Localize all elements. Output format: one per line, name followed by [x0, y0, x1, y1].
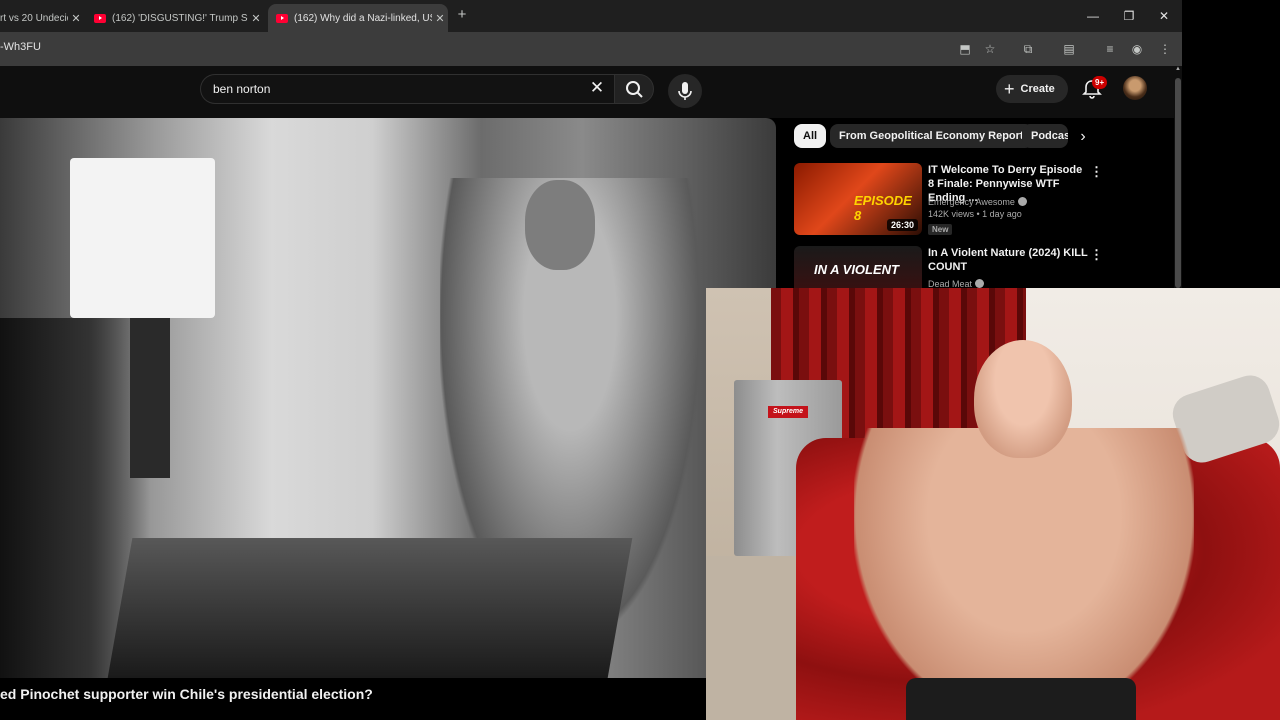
new-badge: New	[928, 224, 953, 235]
minimize-icon[interactable]: —	[1084, 7, 1102, 25]
bookmark-star-icon[interactable]: ☆	[981, 40, 999, 58]
youtube-header: ✕ + Create 9+	[0, 66, 1182, 118]
channel-label: Emergency Awesome	[928, 197, 1015, 207]
extensions-icon[interactable]: ⧉	[1019, 40, 1037, 58]
video-frame-lamp-base	[130, 318, 170, 478]
webcam-sticker: Supreme	[768, 406, 808, 418]
microphone-icon	[678, 82, 692, 100]
recommendation-item[interactable]: EPISODE 8 26:30 IT Welcome To Derry Epis…	[794, 163, 1104, 239]
search-button[interactable]	[614, 74, 654, 104]
close-icon[interactable]: ✕	[432, 12, 448, 25]
browser-tab[interactable]: rt vs 20 Undecided ✕	[0, 4, 84, 32]
install-app-icon[interactable]: ⬒	[956, 40, 974, 58]
chevron-right-icon[interactable]: ›	[1074, 128, 1092, 146]
voice-search-button[interactable]	[668, 74, 702, 108]
create-label: Create	[1020, 83, 1055, 95]
scrollbar-thumb[interactable]	[1175, 78, 1181, 288]
clear-search-icon[interactable]: ✕	[587, 78, 607, 98]
media-controls-icon[interactable]: ≡	[1101, 40, 1119, 58]
webcam-person-head	[974, 340, 1072, 458]
close-icon[interactable]: ✕	[68, 12, 84, 25]
video-thumbnail[interactable]: EPISODE 8 26:30	[794, 163, 922, 235]
scroll-up-icon[interactable]: ▲	[1174, 66, 1182, 72]
video-meta: 142K views • 1 day ago	[928, 209, 1022, 219]
video-thumbnail[interactable]: IN A VIOLENT	[794, 246, 922, 288]
search-icon	[626, 81, 643, 98]
notification-badge: 9+	[1092, 76, 1108, 89]
plus-icon: +	[1004, 79, 1015, 99]
chip-from-channel[interactable]: From Geopolitical Economy Report	[830, 124, 1033, 148]
browser-tab-active[interactable]: (162) Why did a Nazi-linked, US-backed P…	[268, 4, 448, 32]
recommendation-title[interactable]: In A Violent Nature (2024) KILL COUNT	[928, 246, 1088, 274]
duration-badge: 26:30	[886, 219, 918, 231]
webcam-person-shorts	[906, 678, 1136, 720]
address-bar[interactable]: -Wh3FU	[0, 41, 41, 53]
more-options-icon[interactable]: ⋮	[1090, 165, 1103, 178]
video-title: ed Pinochet supporter win Chile's presid…	[0, 686, 373, 702]
chip-podcasts[interactable]: Podcasts	[1022, 124, 1068, 148]
video-frame-head	[525, 180, 595, 270]
tab-title: rt vs 20 Undecided	[0, 12, 68, 24]
restore-icon[interactable]: ❐	[1120, 7, 1138, 25]
search-input[interactable]	[213, 80, 573, 98]
webcam-person	[854, 428, 1194, 720]
avatar[interactable]	[1123, 76, 1147, 100]
youtube-icon	[276, 13, 288, 23]
page-scrollbar[interactable]: ▲	[1174, 66, 1182, 288]
tab-title: (162) 'DISGUSTING!' Trump Scolds	[112, 12, 248, 24]
recommendation-item[interactable]: IN A VIOLENT In A Violent Nature (2024) …	[794, 246, 1104, 288]
thumbnail-text: IN A VIOLENT	[814, 262, 899, 277]
verified-icon	[975, 279, 985, 288]
video-frame-lamp	[70, 158, 215, 318]
window-close-icon[interactable]: ✕	[1155, 7, 1173, 25]
new-tab-icon[interactable]: +	[454, 7, 470, 23]
chip-all[interactable]: All	[794, 124, 827, 148]
webcam-overlay: Supreme	[706, 288, 1280, 720]
close-icon[interactable]: ✕	[248, 12, 264, 25]
create-button[interactable]: + Create	[996, 75, 1068, 103]
video-frame-table	[107, 538, 633, 678]
channel-label: Dead Meat	[928, 279, 973, 288]
tab-title: (162) Why did a Nazi-linked, US-backed P…	[294, 12, 432, 24]
search-box[interactable]	[200, 74, 614, 104]
youtube-icon	[94, 13, 106, 23]
menu-kebab-icon[interactable]: ⋮	[1156, 40, 1174, 58]
channel-name[interactable]: Dead Meat	[928, 279, 985, 288]
more-options-icon[interactable]: ⋮	[1090, 248, 1103, 261]
channel-name[interactable]: Emergency Awesome	[928, 197, 1027, 207]
verified-icon	[1017, 197, 1027, 206]
browser-tabstrip: rt vs 20 Undecided ✕ (162) 'DISGUSTING!'…	[0, 0, 1182, 32]
browser-toolbar: -Wh3FU ⬒ ☆ ⧉ ▤ ≡ ◉ ⋮	[0, 32, 1182, 66]
side-panel-icon[interactable]: ▤	[1060, 40, 1078, 58]
profile-icon[interactable]: ◉	[1128, 40, 1146, 58]
browser-tab[interactable]: (162) 'DISGUSTING!' Trump Scolds ✕	[88, 4, 264, 32]
video-player[interactable]	[0, 118, 776, 678]
